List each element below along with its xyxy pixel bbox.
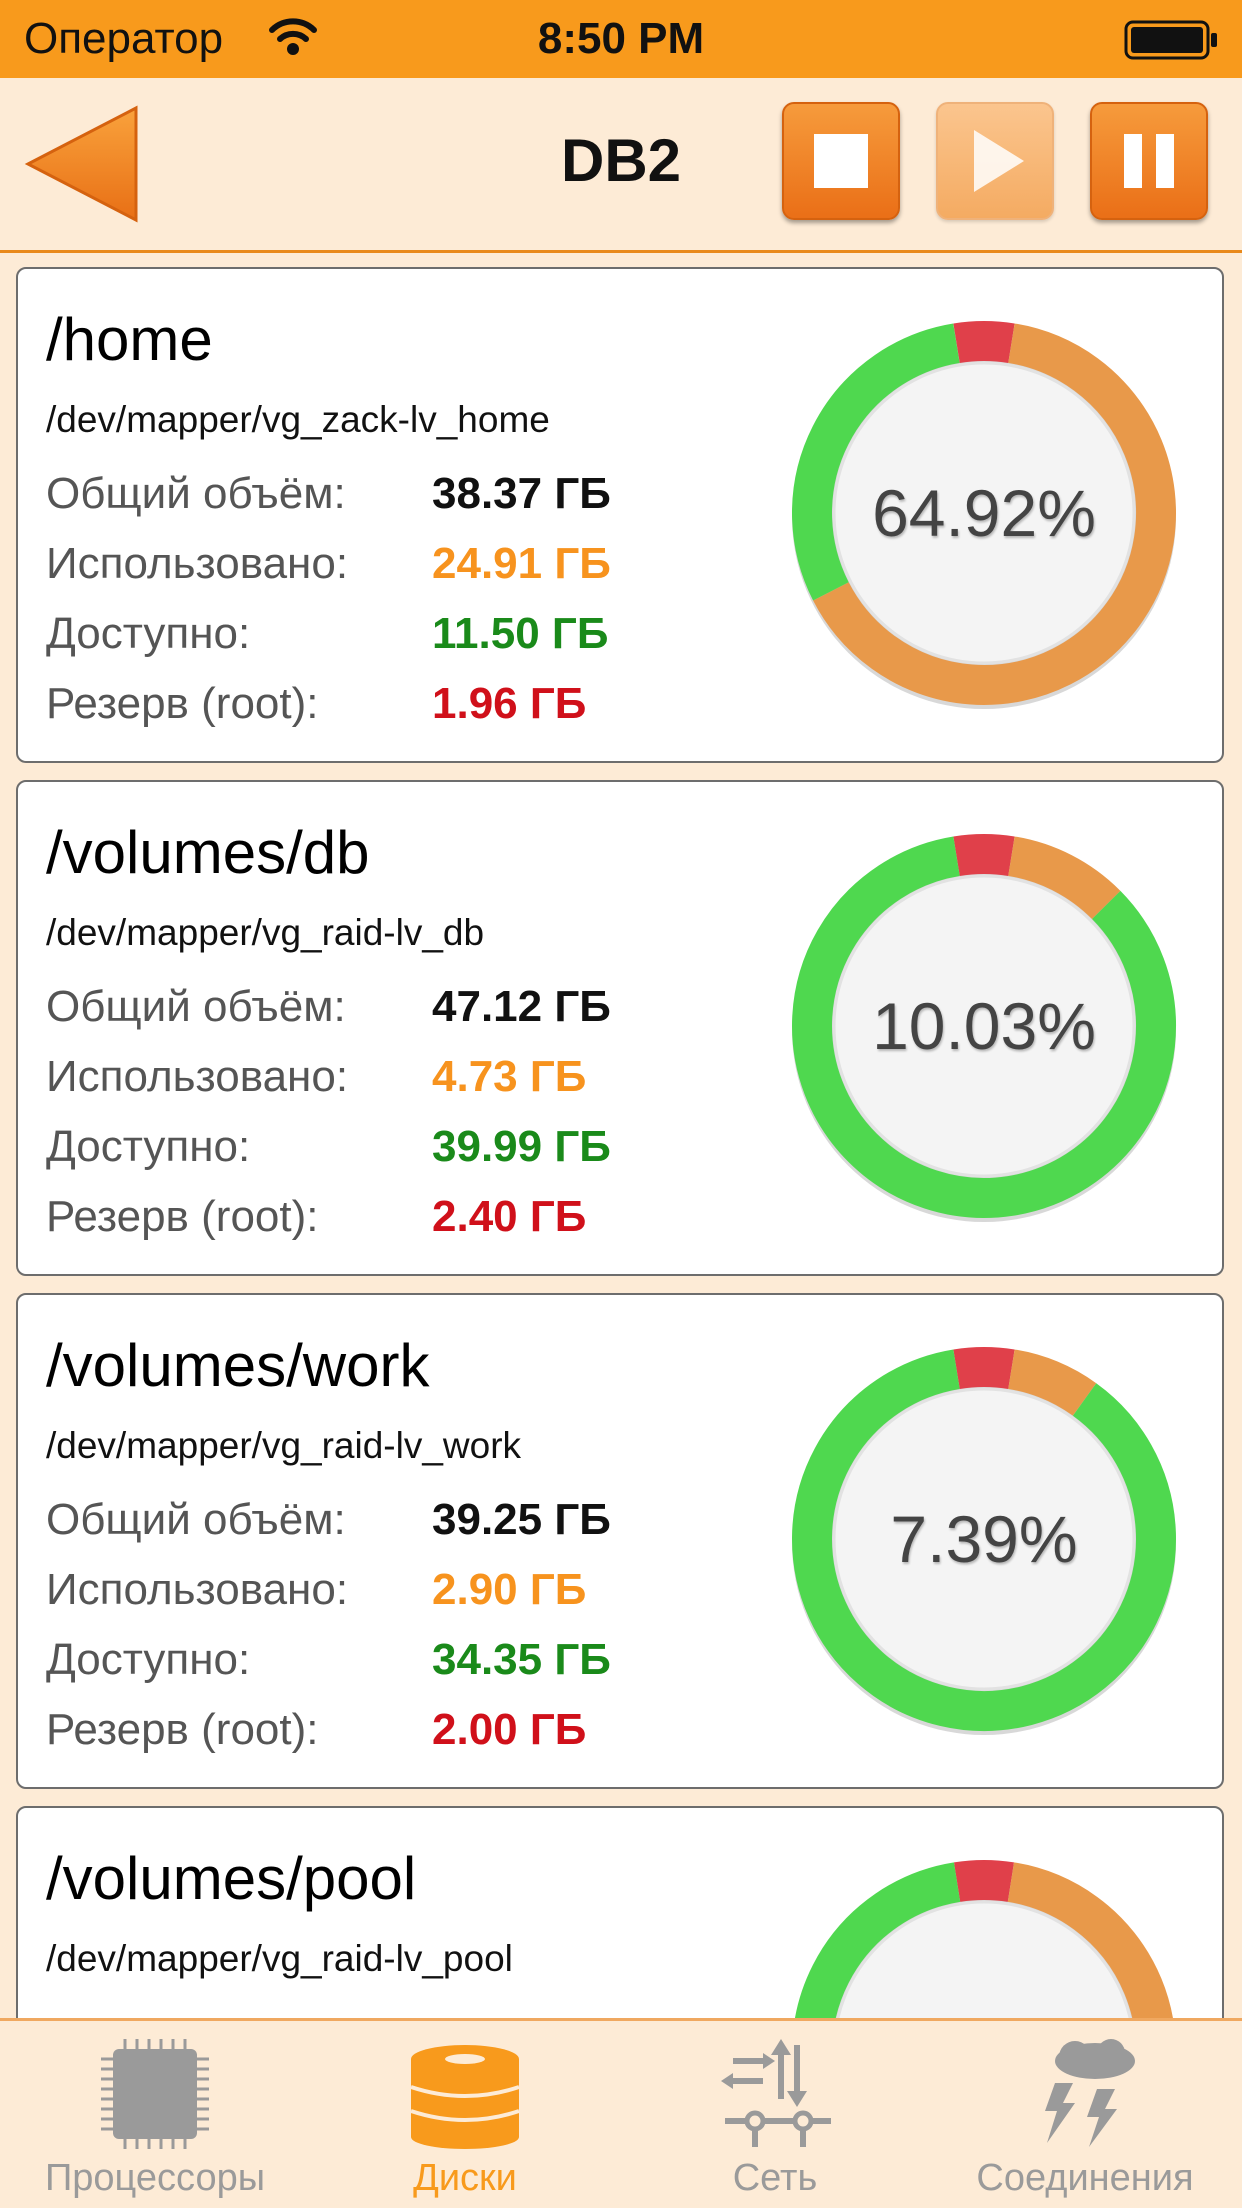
free-value: 34.35 ГБ xyxy=(432,1635,611,1684)
total-value: 39.25 ГБ xyxy=(432,1495,611,1544)
reserve-value: 2.00 ГБ xyxy=(432,1705,587,1754)
tab-label: Сеть xyxy=(732,2157,818,2199)
mount-point: /home xyxy=(46,306,213,373)
used-value: 2.90 ГБ xyxy=(432,1565,587,1614)
total-label: Общий объём: xyxy=(46,469,346,518)
disk-card[interactable]: /volumes/db /dev/mapper/vg_raid-lv_db Об… xyxy=(16,780,1224,1276)
tab-label: Соединения xyxy=(976,2157,1194,2199)
mount-point: /volumes/work xyxy=(46,1332,430,1399)
free-value: 11.50 ГБ xyxy=(432,609,609,658)
usage-gauge xyxy=(795,1860,1173,2018)
total-value: 47.12 ГБ xyxy=(432,982,611,1031)
disk-card[interactable]: /volumes/work /dev/mapper/vg_raid-lv_wor… xyxy=(16,1293,1224,1789)
pause-icon xyxy=(1124,134,1174,188)
tab-processors[interactable]: Процессоры xyxy=(0,2021,310,2211)
used-value: 24.91 ГБ xyxy=(432,539,611,588)
tab-network[interactable]: Сеть xyxy=(620,2021,930,2211)
cpu-chip-icon xyxy=(101,2039,209,2149)
mount-point: /volumes/pool xyxy=(46,1845,417,1912)
disk-stack-icon xyxy=(410,2045,520,2149)
free-label: Доступно: xyxy=(46,609,251,658)
device-path: /dev/mapper/vg_raid-lv_pool xyxy=(46,1938,513,1979)
page-title: DB2 xyxy=(560,127,682,194)
gauge-reserve-arc xyxy=(953,1860,1015,1902)
pause-button[interactable] xyxy=(1090,102,1208,220)
reserve-label: Резерв (root): xyxy=(46,1192,319,1241)
free-label: Доступно: xyxy=(46,1122,251,1171)
status-bar: Оператор 8:50 PM xyxy=(0,0,1242,78)
used-label: Использовано: xyxy=(46,1565,349,1614)
used-label: Использовано: xyxy=(46,1052,349,1101)
clock: 8:50 PM xyxy=(537,14,705,63)
device-path: /dev/mapper/vg_zack-lv_home xyxy=(46,399,550,440)
disk-card[interactable]: /volumes/pool /dev/mapper/vg_raid-lv_poo… xyxy=(16,1806,1224,2018)
usage-percent: 10.03% xyxy=(872,989,1096,1063)
play-button[interactable] xyxy=(936,102,1054,220)
storm-cloud-icon xyxy=(1045,2039,1135,2147)
free-value: 39.99 ГБ xyxy=(432,1122,611,1171)
reserve-value: 1.96 ГБ xyxy=(432,679,587,728)
device-path: /dev/mapper/vg_raid-lv_db xyxy=(46,912,485,953)
tab-label: Диски xyxy=(413,2157,517,2199)
stop-button[interactable] xyxy=(782,102,900,220)
tab-bar: Процессоры Диски Сеть Соединения xyxy=(0,2018,1242,2208)
navigation-bar: DB2 xyxy=(0,78,1242,253)
total-value: 38.37 ГБ xyxy=(432,469,611,518)
tab-connections[interactable]: Соединения xyxy=(930,2021,1240,2211)
usage-percent: 7.39% xyxy=(890,1502,1078,1576)
reserve-value: 2.40 ГБ xyxy=(432,1192,587,1241)
used-value: 4.73 ГБ xyxy=(432,1052,587,1101)
free-label: Доступно: xyxy=(46,1635,251,1684)
mount-point: /volumes/db xyxy=(46,819,370,886)
used-label: Использовано: xyxy=(46,539,349,588)
network-icon xyxy=(721,2039,831,2147)
reserve-label: Резерв (root): xyxy=(46,1705,319,1754)
usage-percent: 64.92% xyxy=(872,476,1096,550)
play-icon xyxy=(974,130,1024,192)
tab-disks[interactable]: Диски xyxy=(310,2021,620,2211)
total-label: Общий объём: xyxy=(46,1495,346,1544)
disk-list[interactable]: /home /dev/mapper/vg_zack-lv_home Общий … xyxy=(0,253,1242,2018)
device-path: /dev/mapper/vg_raid-lv_work xyxy=(46,1425,522,1466)
tab-label: Процессоры xyxy=(44,2157,266,2199)
reserve-label: Резерв (root): xyxy=(46,679,319,728)
disk-card[interactable]: /home /dev/mapper/vg_zack-lv_home Общий … xyxy=(16,267,1224,763)
stop-icon xyxy=(814,134,868,188)
total-label: Общий объём: xyxy=(46,982,346,1031)
battery-icon xyxy=(1124,20,1220,65)
